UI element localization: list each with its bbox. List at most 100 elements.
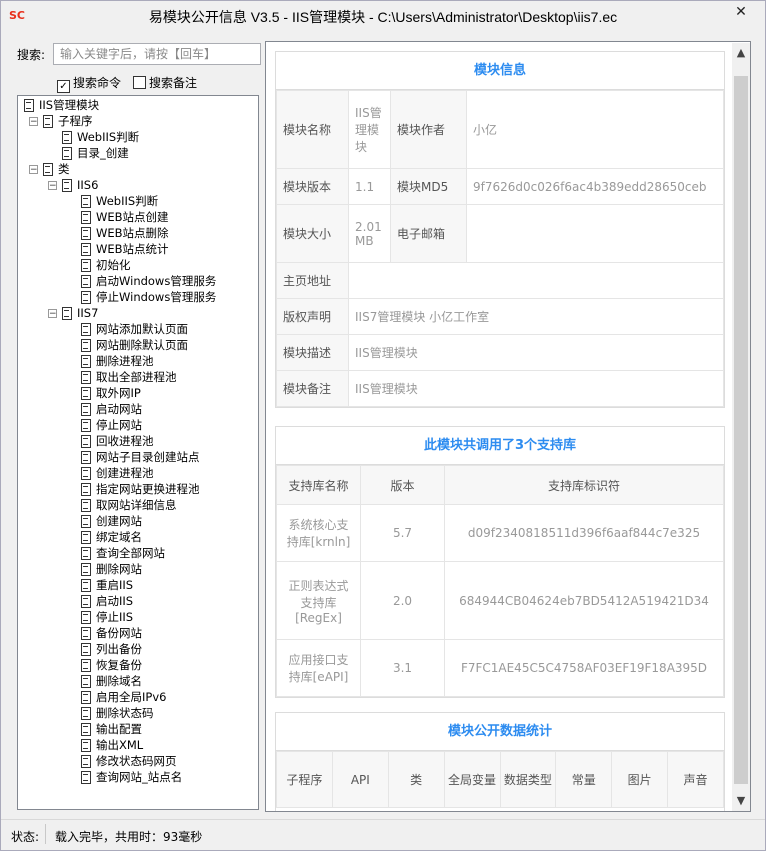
checkbox-unchecked-icon [133,76,146,89]
collapse-toggle-icon[interactable]: − [48,181,57,191]
stats-table: 子程序 API 类 全局变量 数据类型 常量 图片 声音 [276,751,724,808]
search-commands-label: 搜索命令 [73,76,122,90]
tree-node-item[interactable]: 创建进程池 [79,465,154,481]
tree-node-item[interactable]: 查询网站_站点名 [79,769,182,785]
method-icon [79,723,93,736]
checkbox-checked-icon: ✓ [57,80,70,93]
info-panel: 模块信息 模块名称 IIS管理模块 模块作者 小亿 模块版本 1.1 模块MD5… [265,41,751,812]
tree-node-item[interactable]: 删除网站 [79,561,142,577]
tree-node-item[interactable]: 查询全部网站 [79,545,165,561]
tree-node-root[interactable]: IIS管理模块 [22,97,99,113]
tree-node-item[interactable]: 删除进程池 [79,353,154,369]
tree-node-classes[interactable]: 类 [41,161,70,177]
table-row: 模块版本 1.1 模块MD5 9f7626d0c026f6ac4b389edd2… [276,168,724,205]
tree-node-item[interactable]: 停止网站 [79,417,142,433]
tree-node-label: WebIIS判断 [77,130,140,144]
lib-version: 3.1 [360,639,445,697]
column-header: API [331,751,389,808]
table-row: 模块描述 IIS管理模块 [276,334,724,371]
search-commands-checkbox[interactable]: ✓ 搜索命令 [57,74,121,93]
tree-node-item[interactable]: 停止IIS [79,609,133,625]
status-label: 状态: [11,830,40,844]
tree-node-item[interactable]: 输出配置 [79,721,142,737]
module-size-value: 2.01 MB [348,204,391,263]
search-notes-checkbox[interactable]: 搜索备注 [133,74,197,91]
module-author-value: 小亿 [466,90,724,169]
tree-node-label: 创建网站 [96,514,142,528]
tree-node-item[interactable]: 启动网站 [79,401,142,417]
module-info-title: 模块信息 [276,52,724,90]
tree-node-item[interactable]: 重启IIS [79,577,133,593]
module-email-value [466,204,724,263]
method-icon [79,707,93,720]
method-icon [79,675,93,688]
tree-node-class[interactable]: IIS6 [60,177,98,193]
tree-node-item[interactable]: 取网站详细信息 [79,497,177,513]
tree-node-item[interactable]: WebIIS判断 [79,193,158,209]
tree-node-class[interactable]: IIS7 [60,305,98,321]
method-icon [79,243,93,256]
method-icon [79,627,93,640]
tree-node-item[interactable]: 创建网站 [79,513,142,529]
tree-node-label: WEB站点创建 [96,210,169,224]
tree-node-item[interactable]: 启动Windows管理服务 [79,273,216,289]
tree-node-item[interactable]: 修改状态码网页 [79,753,177,769]
tree-node-label: 取出全部进程池 [96,370,177,384]
tree-node-label: 停止Windows管理服务 [96,290,217,304]
column-header: 全局变量 [443,751,501,808]
tree-node-item[interactable]: 恢复备份 [79,657,142,673]
tree-node-item[interactable]: WEB站点创建 [79,209,169,225]
scroll-thumb[interactable] [734,76,748,784]
search-input[interactable] [53,43,261,65]
tree-node-item[interactable]: 初始化 [79,257,131,273]
tree-node-item[interactable]: WEB站点统计 [79,241,169,257]
tree-node-item[interactable]: 输出XML [79,737,143,753]
tree-node-item[interactable]: 删除域名 [79,673,142,689]
tree-node-item[interactable]: 回收进程池 [79,433,154,449]
module-desc-key: 模块描述 [276,334,349,371]
tree-node-item[interactable]: 网站添加默认页面 [79,321,188,337]
module-tree[interactable]: IIS管理模块 − 子程序 WebIIS判断 目录_创建 − 类 − IIS6 WebIIS判断 W… [17,95,259,810]
search-notes-label: 搜索备注 [149,76,198,90]
module-version-value: 1.1 [348,168,391,205]
tree-node-item[interactable]: WebIIS判断 [60,129,139,145]
tree-node-item[interactable]: 指定网站更换进程池 [79,481,200,497]
tree-node-item[interactable]: 取出全部进程池 [79,369,177,385]
tree-node-item[interactable]: 停止Windows管理服务 [79,289,216,305]
table-row: 模块名称 IIS管理模块 模块作者 小亿 [276,90,724,169]
tree-node-label: 子程序 [58,114,93,128]
tree-node-item[interactable]: 删除状态码 [79,705,154,721]
tree-node-label: 网站删除默认页面 [96,338,188,352]
tree-node-item[interactable]: 备份网站 [79,625,142,641]
vertical-scrollbar[interactable]: ▲ ▼ [732,43,750,811]
tree-node-item[interactable]: 启用全局IPv6 [79,689,166,705]
method-icon [79,275,93,288]
close-button[interactable]: ✕ [721,1,761,23]
method-icon [79,659,93,672]
tree-node-item[interactable]: 网站子目录创建站点 [79,449,200,465]
tree-node-label: 修改状态码网页 [96,754,177,768]
scroll-down-button[interactable]: ▼ [732,791,750,811]
collapse-toggle-icon[interactable]: − [29,117,38,127]
collapse-toggle-icon[interactable]: − [48,309,57,319]
column-header: 类 [387,751,445,808]
column-header: 数据类型 [499,751,557,808]
tree-node-item[interactable]: 网站删除默认页面 [79,337,188,353]
scroll-up-button[interactable]: ▲ [732,43,750,63]
tree-node-label: IIS管理模块 [39,98,100,112]
lib-id: 684944CB04624eb7BD5412A519421D34 [444,561,724,640]
module-info-card: 模块信息 模块名称 IIS管理模块 模块作者 小亿 模块版本 1.1 模块MD5… [275,51,725,408]
tree-node-label: 绑定域名 [96,530,142,544]
tree-node-label: 停止IIS [96,610,134,624]
tree-node-item[interactable]: 启动IIS [79,593,133,609]
table-row: 系统核心支持库[krnln] 5.7 d09f2340818511d396f6a… [276,504,724,562]
tree-node-item[interactable]: 列出备份 [79,641,142,657]
tree-node-item[interactable]: 取外网IP [79,385,141,401]
table-header-row: 子程序 API 类 全局变量 数据类型 常量 图片 声音 [276,751,724,808]
tree-node-subroutines[interactable]: 子程序 [41,113,93,129]
tree-node-item[interactable]: 绑定域名 [79,529,142,545]
tree-node-item[interactable]: WEB站点删除 [79,225,169,241]
tree-node-label: 取外网IP [96,386,141,400]
collapse-toggle-icon[interactable]: − [29,165,38,175]
tree-node-item[interactable]: 目录_创建 [60,145,129,161]
